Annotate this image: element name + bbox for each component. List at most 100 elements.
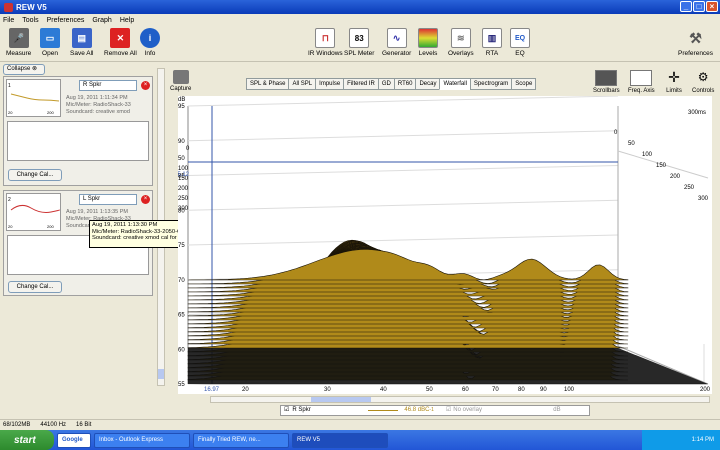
title-bar: REW V5 _ □ × (0, 0, 720, 14)
change-cal-button[interactable]: Change Cal... (8, 169, 62, 181)
legend-series-name: R Spkr (292, 407, 311, 413)
tab-waterfall[interactable]: Waterfall (439, 78, 471, 90)
tab-gd[interactable]: GD (377, 78, 395, 90)
svg-text:20: 20 (8, 224, 13, 229)
menu-tools[interactable]: Tools (22, 17, 38, 24)
google-toolbar[interactable]: Google (57, 432, 91, 448)
task-browser[interactable]: Finally Tried REW, ne... (193, 432, 289, 448)
tab-all-spl[interactable]: All SPL (288, 78, 317, 90)
scrollbar-thumb[interactable] (311, 397, 371, 402)
spl-meter-button[interactable]: 83 SPL Meter (344, 28, 374, 57)
time-tick-label: 150 (656, 163, 667, 169)
open-button[interactable]: ▭ Open (40, 28, 60, 57)
generator-button[interactable]: ∿ Generator (382, 28, 411, 57)
sample-rate: 44100 Hz (40, 422, 67, 428)
scrollbars-icon (595, 70, 618, 86)
remove-all-button[interactable]: ✕ Remove All (104, 28, 137, 57)
capture-button[interactable]: Capture (170, 70, 191, 92)
change-cal-button[interactable]: Change Cal... (8, 281, 62, 293)
camera-icon (172, 70, 189, 84)
ir-windows-button[interactable]: ⊓ IR Windows (308, 28, 343, 57)
close-button[interactable]: × (706, 1, 718, 12)
delete-measurement-icon[interactable]: × (141, 195, 150, 204)
x-tick-label: 50 (426, 387, 433, 393)
start-button[interactable]: start (0, 430, 54, 450)
controls-button[interactable]: ⚙ Controls (692, 70, 714, 94)
measurement-date: Aug 19, 2011 1:11:34 PM (66, 95, 128, 101)
memory-usage: 68/102MB (3, 422, 31, 428)
wrench-icon: ⚒ (685, 28, 706, 48)
freq-axis-button[interactable]: Freq. Axis (628, 70, 655, 94)
cursor-y-readout: 85.12 (178, 172, 190, 178)
scrollbars-button[interactable]: Scrollbars (593, 70, 620, 94)
measurement-notes[interactable] (7, 121, 149, 161)
menu-help[interactable]: Help (120, 17, 134, 24)
overlay-db-label: dB (553, 407, 561, 413)
time-unit-label: 300ms (688, 110, 706, 116)
x-tick-label: 20 (242, 387, 249, 393)
measurement-r-spkr[interactable]: 1 20 200 R Spkr × Aug 19, 2011 1:11:34 P… (3, 76, 153, 186)
x-tick-label: 40 (380, 387, 387, 393)
folder-icon: ▭ (40, 28, 60, 48)
time-tick-label-left: 300 (178, 206, 189, 212)
tab-spectrogram[interactable]: Spectrogram (469, 78, 513, 90)
x-tick-label: 90 (540, 387, 547, 393)
time-tick-label: 100 (642, 152, 653, 158)
tab-rt60[interactable]: RT60 (393, 78, 417, 90)
menu-graph[interactable]: Graph (92, 17, 111, 24)
legend-checkbox[interactable]: ☑ (284, 406, 289, 415)
overlay-checkbox[interactable]: ☑ (446, 406, 451, 415)
waterfall-floor (188, 348, 708, 384)
overlays-button[interactable]: ≋ Overlays (448, 28, 474, 57)
graph-tabs: SPL & Phase All SPL Impulse Filtered IR … (246, 78, 537, 90)
measurement-name-field[interactable]: R Spkr (79, 80, 137, 91)
levels-button[interactable]: Levels (418, 28, 438, 57)
waterfall-plot[interactable]: 959085807570656055dB20 30 40 50 60 70 80 90 100 2… (174, 95, 719, 394)
clock: 1:14 PM (691, 437, 714, 443)
svg-text:200: 200 (47, 110, 54, 115)
measurement-thumbnail: 2 20 200 (6, 193, 61, 231)
limits-button[interactable]: ✛ Limits (663, 70, 685, 94)
tab-filtered-ir[interactable]: Filtered IR (343, 78, 379, 90)
tab-spl-phase[interactable]: SPL & Phase (246, 78, 290, 90)
svg-text:1: 1 (8, 83, 11, 89)
menu-file[interactable]: File (3, 17, 14, 24)
save-all-button[interactable]: ▤ Save All (70, 28, 94, 57)
x-tick-label: 70 (492, 387, 499, 393)
task-outlook[interactable]: Inbox - Outlook Express (94, 432, 190, 448)
tab-scope[interactable]: Scope (511, 78, 537, 90)
gear-icon: ⚙ (697, 70, 709, 84)
minimize-button[interactable]: _ (680, 1, 692, 12)
legend-line-swatch (368, 410, 399, 411)
preferences-button[interactable]: ⚒ Preferences (678, 28, 713, 57)
limits-icon: ✛ (668, 69, 680, 85)
remove-icon: ✕ (110, 28, 131, 48)
levels-icon (418, 28, 438, 48)
x-tick-label: 30 (324, 387, 331, 393)
graph-horizontal-scrollbar[interactable] (210, 396, 710, 403)
eq-button[interactable]: EQ EQ (510, 28, 530, 57)
collapse-button[interactable]: Collapse ⊗ (3, 64, 45, 75)
measurement-name-field[interactable]: L Spkr (79, 194, 137, 205)
y-tick-label: 95 (178, 104, 185, 110)
measurement-date: Aug 19, 2011 1:13:35 PM (66, 209, 128, 215)
svg-text:200: 200 (47, 224, 54, 229)
time-tick-label: 200 (670, 174, 681, 180)
legend-value: 46.8 dBC (404, 407, 430, 413)
spl-meter-icon: 83 (349, 28, 370, 48)
tab-impulse[interactable]: Impulse (315, 78, 345, 90)
measure-button[interactable]: 🎤 Measure (6, 28, 31, 57)
x-tick-label: 200 Hz (700, 387, 712, 393)
task-rew[interactable]: REW V5 (292, 432, 388, 448)
info-button[interactable]: i Info (140, 28, 160, 57)
waterfall-graph[interactable]: 95 90 85 80 75 70 65 60 55 dB 20 30 40 50 60 70 80 90 100 2… (174, 95, 719, 394)
rta-button[interactable]: ▥ RTA (482, 28, 502, 57)
tab-decay[interactable]: Decay (415, 78, 441, 90)
menu-preferences[interactable]: Preferences (47, 17, 85, 24)
delete-measurement-icon[interactable]: × (141, 81, 150, 90)
taskbar: start Google Inbox - Outlook Express Fin… (0, 430, 720, 450)
maximize-button[interactable]: □ (693, 1, 705, 12)
status-bar: 68/102MB 44100 Hz 16 Bit (0, 419, 720, 430)
ir-windows-icon: ⊓ (315, 28, 336, 48)
scrollbar-thumb[interactable] (158, 369, 164, 379)
